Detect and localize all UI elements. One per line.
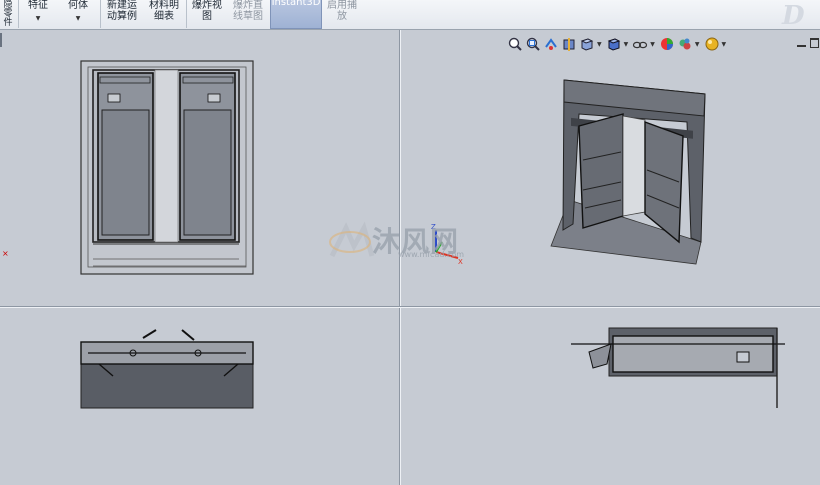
svg-text:D: D xyxy=(781,1,805,28)
heads-up-view-toolbar: ▼ ▼ ▼ ▼ ▼ xyxy=(507,35,728,53)
button-label: 线草图 xyxy=(233,11,263,22)
view-settings-icon[interactable] xyxy=(704,36,720,52)
ribbon-separator xyxy=(18,0,19,28)
chevron-down-icon[interactable]: ▼ xyxy=(695,41,700,48)
bill-of-materials-button[interactable]: 材料明 细表 xyxy=(147,0,181,29)
reference-geometry-button[interactable]: 何体 ▼ xyxy=(62,0,94,29)
chevron-down-icon: ▼ xyxy=(35,15,41,22)
ribbon-separator xyxy=(186,0,187,28)
apply-scene-icon[interactable] xyxy=(677,36,693,52)
front-view-model: × xyxy=(2,60,254,275)
button-label: Instant3D xyxy=(271,0,321,8)
view-orientation-icon[interactable] xyxy=(579,36,595,52)
edit-appearance-icon[interactable] xyxy=(659,36,675,52)
button-label: 细表 xyxy=(154,11,174,22)
minimize-viewport-button[interactable] xyxy=(797,45,806,47)
previous-view-icon[interactable] xyxy=(543,36,559,52)
button-label: 爆炸视 xyxy=(192,0,222,11)
svg-text:×: × xyxy=(2,249,9,258)
button-label: 材料明 xyxy=(149,0,179,11)
button-label: 动算例 xyxy=(107,11,137,22)
display-style-icon[interactable] xyxy=(606,36,622,52)
enable-snapping-button[interactable]: 启用捕 放 xyxy=(326,0,358,29)
zoom-to-area-icon[interactable] xyxy=(525,36,541,52)
button-label: 新建运 xyxy=(107,0,137,11)
button-label: 放 xyxy=(337,11,347,22)
ribbon-separator xyxy=(100,0,101,28)
command-manager-ribbon: 隐 零 件 特征 ▼ 何体 ▼ 新建运 动算例 材料明 细表 爆炸视 图 爆炸直 xyxy=(0,0,820,30)
explode-line-sketch-button[interactable]: 爆炸直 线草图 xyxy=(229,0,267,29)
section-view-icon[interactable] xyxy=(561,36,577,52)
new-motion-study-button[interactable]: 新建运 动算例 xyxy=(103,0,141,29)
button-label: 图 xyxy=(202,11,212,22)
chevron-down-icon[interactable]: ▼ xyxy=(624,41,629,48)
solidworks-window: 隐 零 件 特征 ▼ 何体 ▼ 新建运 动算例 材料明 细表 爆炸视 图 爆炸直 xyxy=(0,0,820,485)
chevron-down-icon[interactable]: ▼ xyxy=(597,41,602,48)
hide-show-items-icon[interactable] xyxy=(632,36,648,52)
hide-components-button[interactable]: 隐 零 件 xyxy=(0,0,16,29)
exploded-view-button[interactable]: 爆炸视 图 xyxy=(190,0,224,29)
zoom-to-fit-icon[interactable] xyxy=(507,36,523,52)
button-label: 启用捕 xyxy=(327,0,357,11)
solidworks-logo-icon: D xyxy=(781,1,805,28)
chevron-down-icon: ▼ xyxy=(75,15,81,22)
button-label: 特征 xyxy=(28,0,48,11)
features-button[interactable]: 特征 ▼ xyxy=(22,0,54,29)
button-label: 何体 xyxy=(68,0,88,11)
chevron-down-icon[interactable]: ▼ xyxy=(722,41,727,48)
button-label: 件 xyxy=(3,18,13,28)
chevron-down-icon[interactable]: ▼ xyxy=(650,41,655,48)
right-view-model xyxy=(571,327,785,408)
button-label: 爆炸直 xyxy=(233,0,263,11)
instant3d-button[interactable]: Instant3D xyxy=(270,0,322,29)
top-view-model xyxy=(80,329,254,409)
maximize-viewport-button[interactable] xyxy=(810,38,819,48)
watermark-url: www.mfcad.com xyxy=(398,250,465,259)
